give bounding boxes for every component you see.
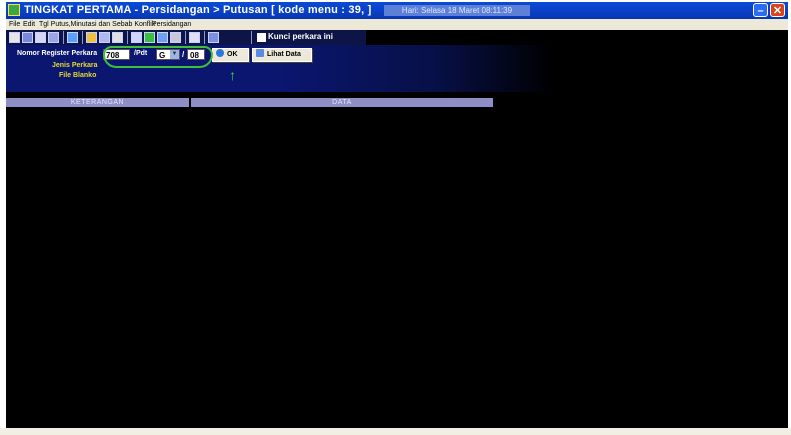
print-icon[interactable]: [35, 32, 46, 43]
minimize-button[interactable]: –: [753, 3, 768, 17]
app-window: TINGKAT PERTAMA - Persidangan > Putusan …: [6, 2, 788, 428]
toolbar-separator: [127, 31, 128, 44]
close-button[interactable]: ✕: [770, 3, 785, 17]
nomor-register-label: Nomor Register Perkara: [17, 50, 98, 57]
ok-button[interactable]: OK: [212, 48, 249, 62]
toolbar-separator: [251, 31, 252, 44]
toolbar: Kunci perkara ini: [6, 30, 366, 45]
toolbar-separator: [185, 31, 186, 44]
save-icon[interactable]: [22, 32, 33, 43]
lihat-data-label: Lihat Data: [267, 51, 301, 58]
calendar-icon[interactable]: [189, 32, 200, 43]
file-blanko-label: File Blanko: [59, 72, 97, 79]
window-title: TINGKAT PERTAMA - Persidangan > Putusan …: [24, 4, 372, 16]
keterangan-header: KETERANGAN: [6, 98, 189, 107]
toolbar-separator: [204, 31, 205, 44]
list-icon[interactable]: [131, 32, 142, 43]
paste-icon[interactable]: [112, 32, 123, 43]
view-icon: [256, 49, 264, 57]
copy-icon[interactable]: [86, 32, 97, 43]
kunci-label: Kunci perkara ini: [268, 32, 333, 41]
lihat-data-button[interactable]: Lihat Data: [252, 48, 312, 62]
monitor-icon[interactable]: [208, 32, 219, 43]
toolbar-separator: [63, 31, 64, 44]
green-icon[interactable]: [144, 32, 155, 43]
jenis-perkara-label: Jenis Perkara: [52, 62, 98, 69]
status-strip: [0, 428, 791, 435]
data-grid[interactable]: [6, 107, 788, 428]
export-icon[interactable]: [48, 32, 59, 43]
ok-icon: [216, 49, 224, 57]
title-bar[interactable]: TINGKAT PERTAMA - Persidangan > Putusan …: [6, 2, 788, 19]
menu-edit[interactable]: Edit: [23, 19, 35, 30]
cut-icon[interactable]: [99, 32, 110, 43]
menu-bar: File Edit Tgl Putus,Minutasi dan Sebab K…: [6, 19, 788, 30]
kunci-checkbox[interactable]: [257, 33, 266, 42]
annotation-highlight: [103, 46, 213, 68]
annotation-arrow-icon: ↑: [229, 67, 236, 83]
new-icon[interactable]: [9, 32, 20, 43]
arrow-icon[interactable]: [170, 32, 181, 43]
data-header: DATA: [191, 98, 493, 107]
ok-button-label: OK: [227, 51, 238, 58]
refresh-icon[interactable]: [67, 32, 78, 43]
menu-tgl-putus[interactable]: Tgl Putus,Minutasi dan Sebab Konflik: [39, 19, 155, 30]
window-icon[interactable]: [157, 32, 168, 43]
toolbar-separator: [82, 31, 83, 44]
date-status: Hari: Selasa 18 Maret 08:11:39: [384, 5, 530, 16]
app-icon: [8, 4, 20, 16]
menu-file[interactable]: File: [9, 19, 20, 30]
menu-persidangan[interactable]: Persidangan: [152, 19, 191, 30]
